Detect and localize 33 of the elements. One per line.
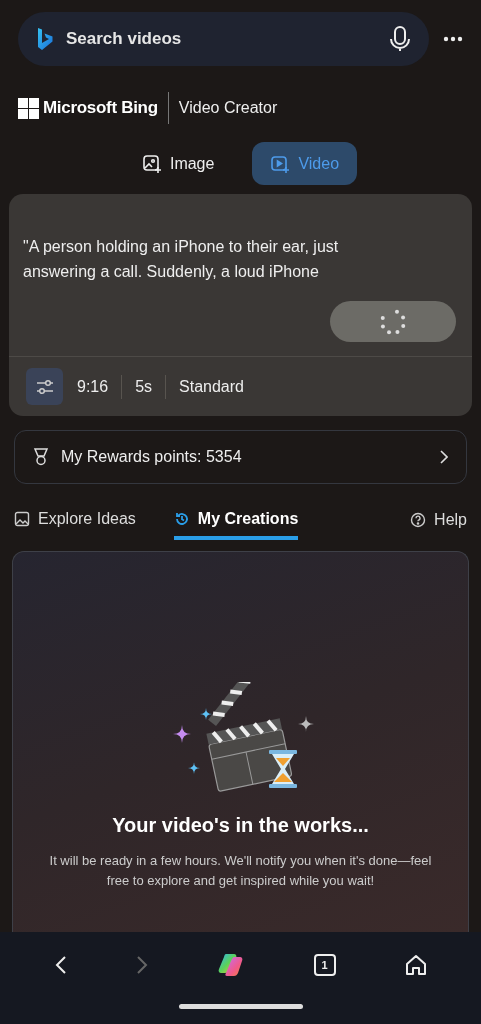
copilot-logo-icon[interactable] (216, 953, 245, 977)
video-option[interactable]: Standard (165, 374, 257, 399)
help-icon (410, 512, 427, 528)
prompt-text[interactable]: "A person holding an iPhone to their ear, just answering a call. Suddenly, a loud iPhone (23, 234, 382, 284)
sliders-icon (34, 377, 55, 396)
bing-logo-icon (36, 27, 54, 51)
image-icon (14, 511, 30, 527)
tab-count-button[interactable]: 1 (313, 954, 336, 976)
status-title: Your video's in the works... (112, 814, 369, 837)
mode-tab[interactable]: Image (123, 142, 233, 185)
video-option[interactable]: 5s (121, 374, 166, 399)
video-icon (270, 153, 291, 174)
help-link[interactable]: Help (410, 504, 467, 536)
settings-button[interactable] (26, 368, 63, 405)
image-icon (141, 153, 162, 174)
product-name: Video Creator (178, 99, 278, 117)
home-icon[interactable] (404, 954, 427, 976)
search-field[interactable]: Search videos (64, 28, 379, 50)
windows-logo-icon (18, 97, 39, 119)
history-icon (173, 511, 190, 527)
search-bar[interactable]: Search videos (18, 12, 429, 66)
generate-button[interactable] (330, 301, 456, 342)
more-icon[interactable] (443, 36, 463, 42)
video-option[interactable]: 9:16 (77, 374, 122, 399)
section-tab[interactable]: My Creations (173, 504, 299, 540)
microphone-icon[interactable] (389, 25, 411, 53)
brand-name: Microsoft Bing (43, 98, 158, 118)
status-message: It will be ready in a few hours. We'll notify you when it's done—feel free to explore and get inspired while you wait! (48, 852, 433, 890)
section-tab[interactable]: Explore Ideas (14, 504, 136, 540)
trophy-icon (33, 448, 49, 466)
back-icon[interactable] (54, 955, 67, 975)
chevron-right-icon (440, 450, 448, 464)
rewards-button[interactable]: My Rewards points: 5354 (14, 430, 467, 484)
